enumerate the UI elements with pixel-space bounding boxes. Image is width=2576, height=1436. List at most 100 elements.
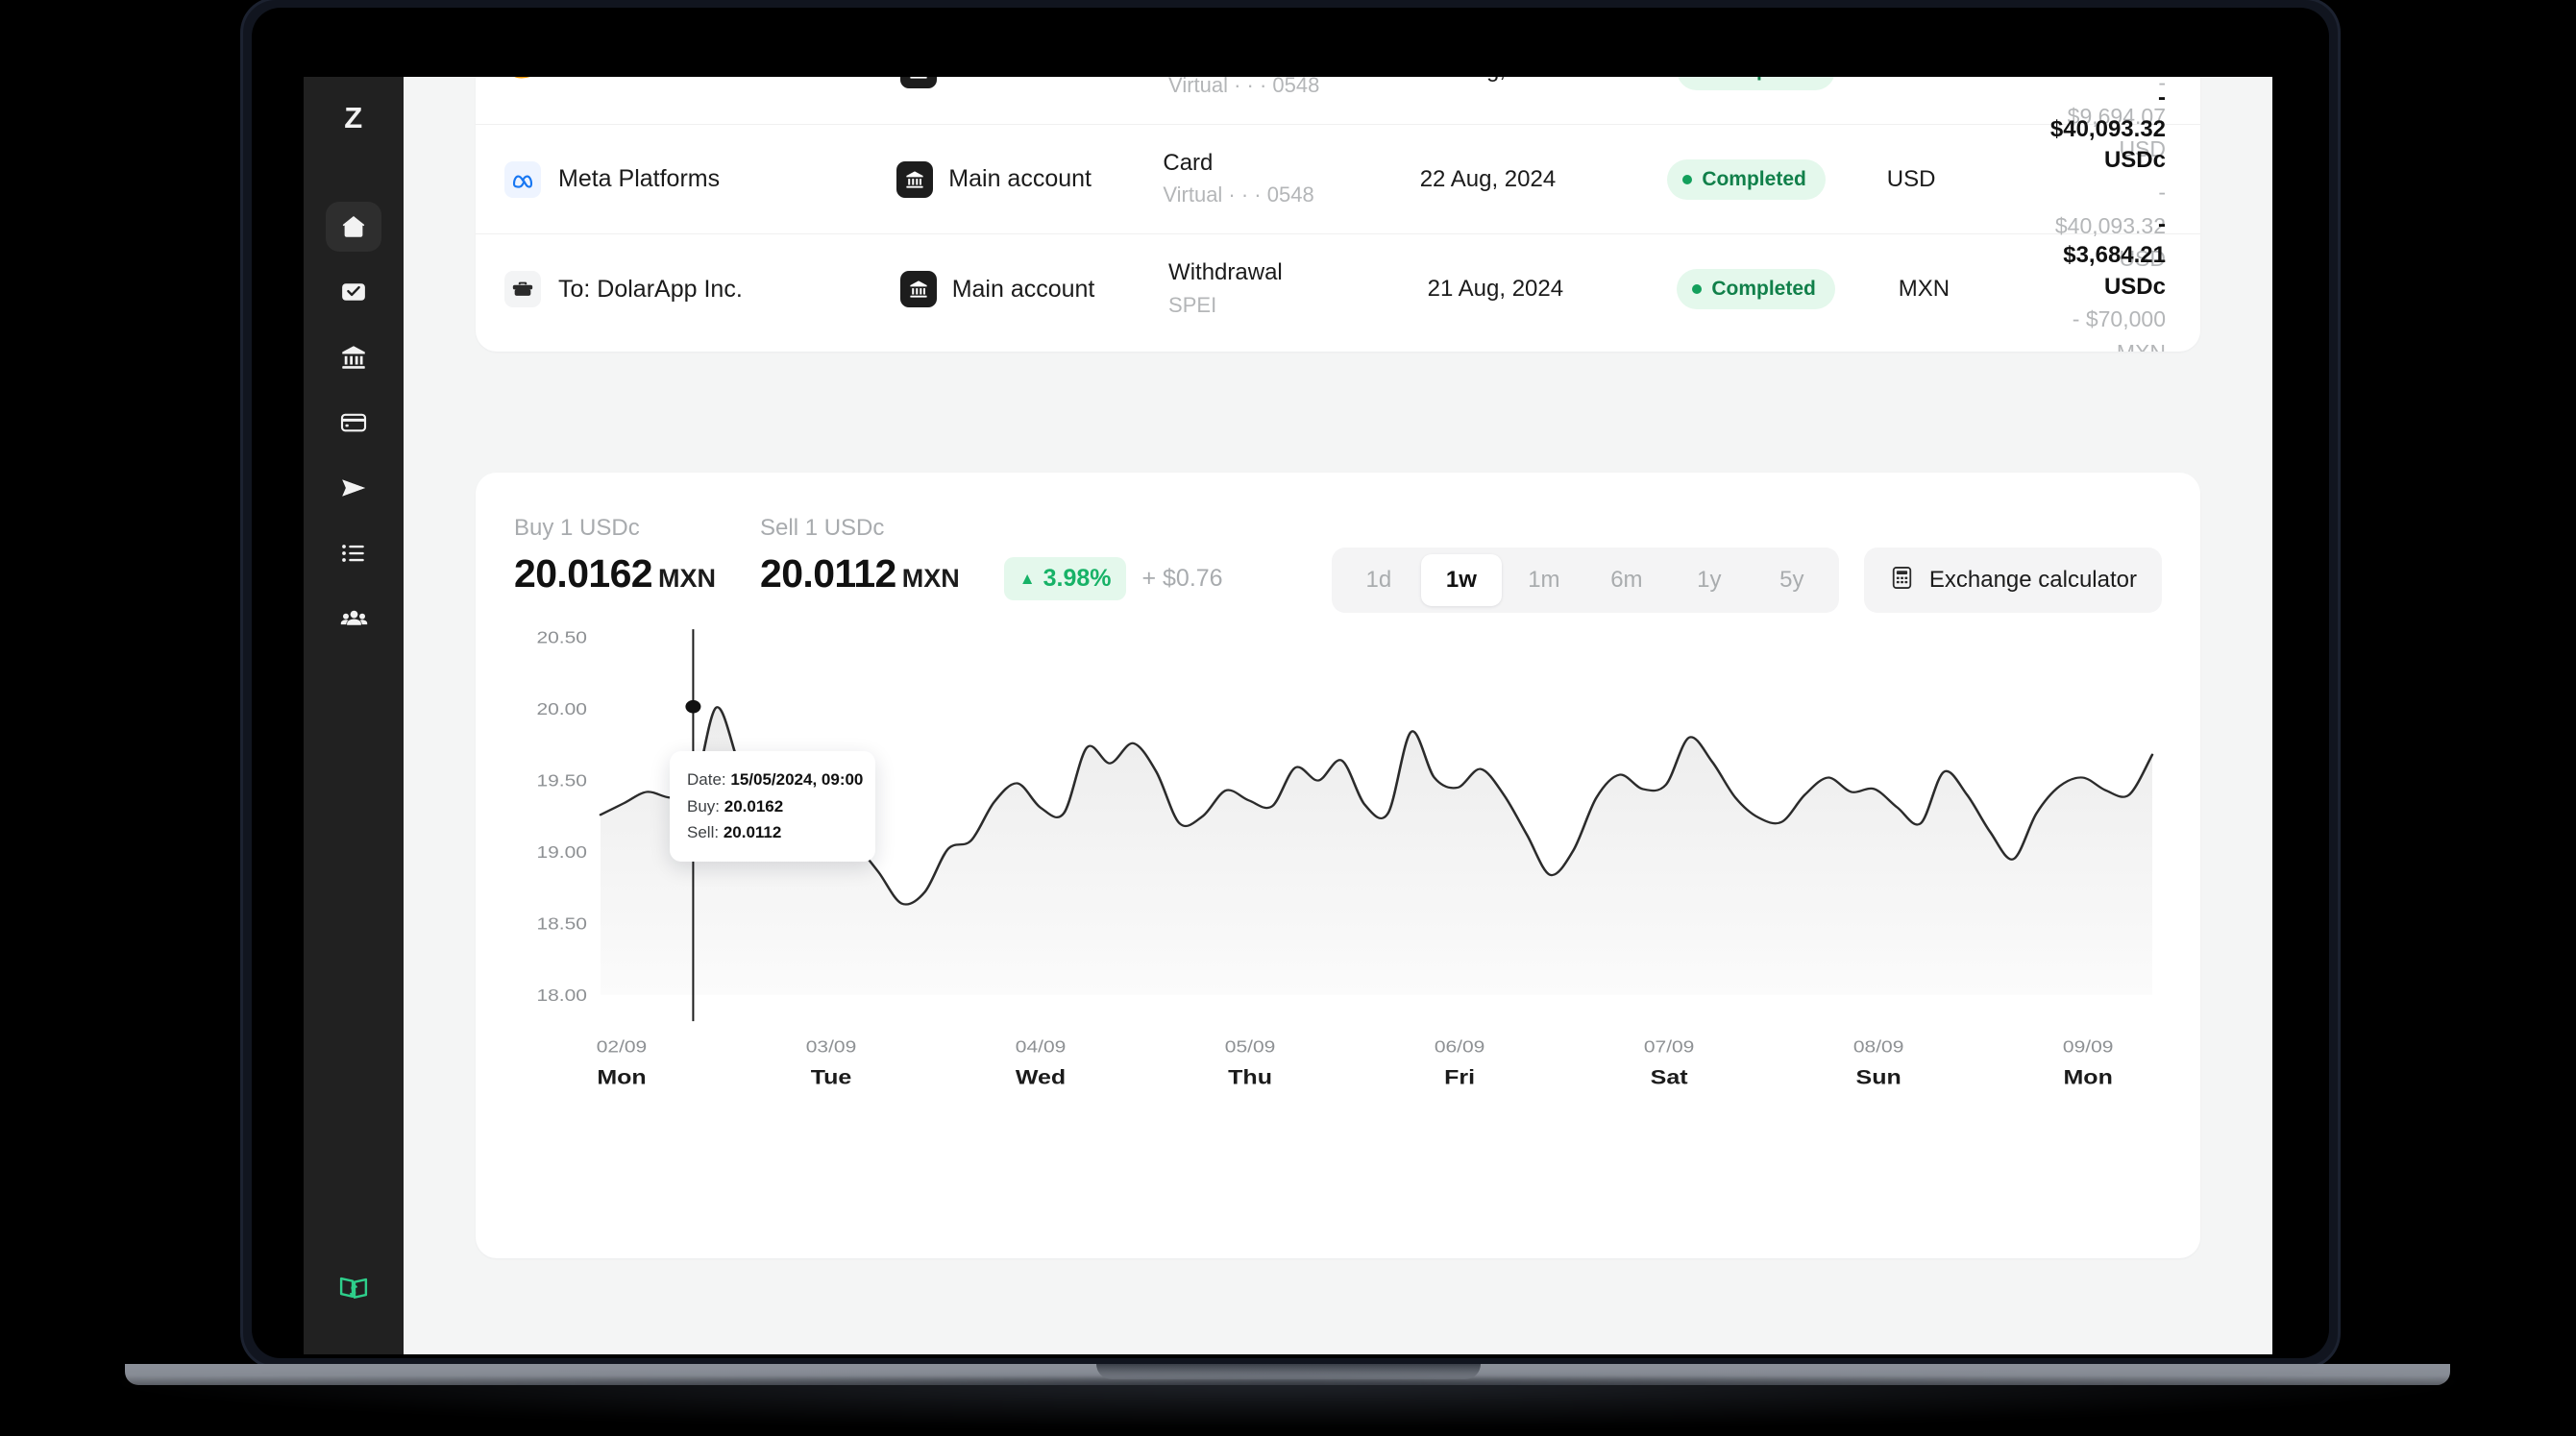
money-exchange-icon	[337, 1273, 370, 1310]
send-icon	[339, 474, 368, 502]
txn-account-name: Main account	[948, 165, 1092, 192]
status-dot-icon	[1682, 174, 1693, 184]
sidebar-item-approvals[interactable]	[326, 267, 381, 317]
range-tab-5y[interactable]: 5y	[1752, 554, 1832, 606]
rate-chart[interactable]: 18.00 18.50 19.00 19.50 20.00 20.50 02/09 Mon 0…	[514, 624, 2162, 1201]
calculator-icon	[1889, 565, 1915, 596]
rate-controls: 1d 1w 1m 6m 1y 5y Exchange calculator	[1331, 548, 2162, 613]
sidebar-item-exchange[interactable]	[326, 1266, 381, 1316]
table-row[interactable]: To: DolarApp Inc. Main account Withdrawa…	[476, 211, 2200, 352]
buy-rate-value: 20.0162	[514, 551, 653, 596]
brand-logo[interactable]: Z	[326, 90, 381, 146]
bank-icon	[896, 160, 934, 198]
credit-card-icon	[339, 408, 368, 437]
txn-account-name: Main account	[952, 77, 1095, 84]
list-icon	[339, 539, 368, 568]
txn-method-detail: Virtual · · · 0548	[1168, 77, 1320, 98]
x-axis-ticks: 02/09 Mon 03/09 Tue 04/09 Wed 05/09 Thu 06/09 Fri…	[597, 1037, 2114, 1088]
tooltip-date-value: 15/05/2024, 09:00	[730, 770, 864, 789]
laptop-shadow	[115, 1379, 2460, 1427]
y-axis-ticks: 18.00 18.50 19.00 19.50 20.00 20.50	[536, 628, 587, 1005]
sell-rate-value-row: 20.0112 MXN	[760, 551, 960, 596]
buy-rate-label: Buy 1 USDc	[514, 515, 640, 541]
x-axis-date-label: 04/09	[1016, 1037, 1067, 1057]
txn-method: Card	[1163, 149, 1214, 176]
sell-rate-currency: MXN	[901, 564, 960, 593]
rate-header: Buy 1 USDc 20.0162 MXN Sell 1 USDc 20.011…	[514, 515, 2162, 613]
rate-change-percent: 3.98%	[1043, 565, 1112, 592]
range-tab-1w[interactable]: 1w	[1420, 554, 1502, 606]
exchange-calculator-button[interactable]: Exchange calculator	[1863, 548, 2162, 613]
tooltip-date-line: Date: 15/05/2024, 09:00	[687, 767, 863, 793]
x-axis-date-label: 02/09	[597, 1037, 648, 1057]
rate-chart-svg[interactable]: 18.0018.5019.0019.5020.0020.50 02/09Mon0…	[514, 624, 2162, 1114]
txn-status-cell: Completed	[1667, 158, 1886, 200]
txn-amount-cell: - $3,684.21 USDc - $70,000 MXN	[2063, 209, 2166, 352]
buy-rate-value-row: 20.0162 MXN	[514, 551, 716, 596]
x-axis-date-label: 06/09	[1435, 1037, 1485, 1057]
y-axis-tick-label: 18.50	[536, 914, 587, 934]
x-axis-day-label: Sat	[1651, 1065, 1688, 1088]
txn-method-cell: Card Virtual · · · 0548	[1163, 148, 1419, 210]
sell-rate-block: Sell 1 USDc 20.0112 MXN	[760, 515, 960, 596]
txn-currency: MXN	[1898, 276, 1950, 302]
txn-currency: USD	[1886, 165, 1936, 192]
status-badge: Completed	[1677, 269, 1835, 309]
y-axis-tick-label: 20.50	[536, 628, 587, 647]
bank-icon	[899, 77, 937, 88]
txn-method-detail: SPEI	[1168, 292, 1217, 317]
tooltip-date-label: Date:	[687, 770, 726, 789]
sell-rate-label: Sell 1 USDc	[760, 515, 885, 541]
range-tab-1d[interactable]: 1d	[1338, 554, 1419, 606]
bank-icon	[899, 271, 937, 307]
txn-account-cell: Main account	[896, 160, 1163, 198]
chart-cursor-point	[685, 699, 701, 714]
txn-merchant-cell: aws Amazon Web Services	[504, 77, 900, 88]
x-axis-date-label: 07/09	[1644, 1037, 1695, 1057]
txn-method-detail: Virtual · · · 0548	[1163, 183, 1314, 207]
x-axis-day-label: Tue	[811, 1065, 852, 1088]
sidebar-item-transactions[interactable]	[326, 528, 381, 578]
people-icon	[339, 604, 369, 634]
txn-merchant-name: Amazon Web Services	[558, 77, 800, 84]
briefcase-icon	[504, 271, 541, 307]
sidebar-item-cards[interactable]	[326, 398, 381, 448]
txn-method-cell: Withdrawal SPEI	[1168, 257, 1428, 320]
caret-up-icon: ▲	[1018, 570, 1036, 588]
tooltip-sell-label: Sell:	[687, 823, 720, 842]
table-row[interactable]: Meta Platforms Main account Card Virtual…	[476, 85, 2200, 271]
txn-amount-primary: - $3,684.21 USDc	[2063, 210, 2167, 300]
txn-status-cell: Completed	[1677, 77, 1898, 90]
sell-rate-value: 20.0112	[760, 551, 896, 596]
sidebar-nav-list	[326, 202, 381, 644]
rate-change-group: ▲ 3.98% + $0.76	[1003, 557, 1223, 600]
range-tab-1y[interactable]: 1y	[1669, 554, 1750, 606]
sidebar-item-team[interactable]	[326, 594, 381, 644]
y-axis-tick-label: 20.00	[536, 699, 587, 718]
x-axis-date-label: 05/09	[1225, 1037, 1276, 1057]
x-axis-day-label: Wed	[1016, 1065, 1066, 1088]
sidebar-item-send[interactable]	[326, 463, 381, 513]
status-badge: Completed	[1677, 77, 1835, 90]
x-axis-date-label: 09/09	[2063, 1037, 2114, 1057]
meta-logo-icon	[504, 160, 541, 198]
x-axis-day-label: Sun	[1856, 1065, 1901, 1088]
tooltip-buy-line: Buy: 20.0162	[687, 793, 856, 820]
tooltip-buy-value: 20.0162	[724, 796, 784, 815]
range-tab-1m[interactable]: 1m	[1504, 554, 1584, 606]
home-icon	[339, 212, 368, 241]
sidebar-item-accounts[interactable]	[326, 332, 381, 382]
y-axis-tick-label: 19.00	[536, 842, 587, 862]
txn-amount-primary: - $40,093.32 USDc	[2049, 85, 2167, 173]
table-row[interactable]: aws Amazon Web Services	[476, 77, 2200, 161]
tooltip-sell-value: 20.0112	[723, 823, 782, 842]
x-axis-day-label: Thu	[1228, 1065, 1272, 1088]
txn-merchant-name: Meta Platforms	[558, 165, 721, 192]
sidebar-item-home[interactable]	[326, 202, 381, 252]
range-tab-6m[interactable]: 6m	[1586, 554, 1667, 606]
txn-merchant-name: To: DolarApp Inc.	[558, 275, 743, 303]
status-label: Completed	[1711, 77, 1816, 82]
chart-tooltip: Date: 15/05/2024, 09:00 Buy: 20.0162 Sel…	[670, 751, 875, 862]
txn-date: 22 Aug, 2024	[1419, 165, 1557, 192]
txn-date: 22 Aug, 2024	[1428, 77, 1678, 84]
